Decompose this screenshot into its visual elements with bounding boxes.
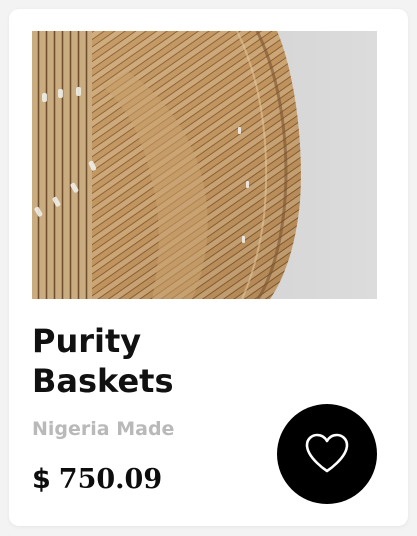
product-origin: Nigeria Made	[32, 418, 175, 440]
product-price: $750.09	[32, 463, 162, 497]
price-currency: $	[32, 464, 51, 495]
product-title: Purity Baskets	[32, 322, 174, 400]
heart-icon	[304, 432, 350, 477]
product-image	[32, 31, 377, 299]
favorite-button[interactable]	[277, 404, 377, 504]
product-card[interactable]: Purity Baskets Nigeria Made $750.09	[9, 9, 408, 526]
price-amount: 750.09	[58, 464, 163, 495]
